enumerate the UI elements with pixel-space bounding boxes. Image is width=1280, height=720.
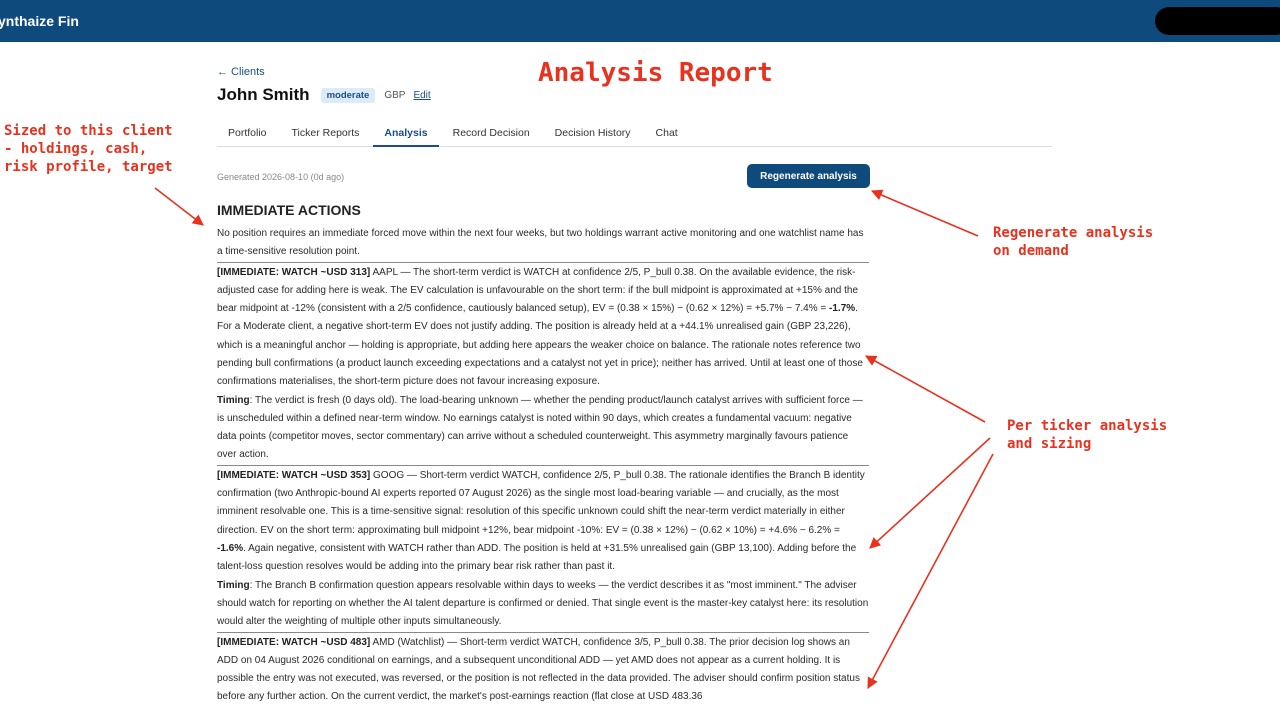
back-to-clients-link[interactable]: ← Clients <box>217 66 265 78</box>
risk-profile-badge: moderate <box>320 87 376 103</box>
edit-client-link[interactable]: Edit <box>413 90 430 101</box>
action-tag: [IMMEDIATE: WATCH ~USD 353] <box>217 470 371 482</box>
intro-paragraph: No position requires an immediate forced… <box>217 228 864 258</box>
tab-ticker-reports[interactable]: Ticker Reports <box>281 118 371 147</box>
analysis-text: . For a Moderate client, a negative shor… <box>217 303 863 387</box>
timing-label: Timing <box>217 579 250 591</box>
annotation-ticker-note: Per ticker analysis and sizing <box>1007 418 1168 452</box>
action-tag: [IMMEDIATE: WATCH ~USD 313] <box>217 267 371 279</box>
ticker-block-amd: [IMMEDIATE: WATCH ~USD 483] AMD (Watchli… <box>217 632 869 706</box>
timing-text: : The verdict is fresh (0 days old). The… <box>217 394 863 461</box>
ev-value: -1.7% <box>829 303 856 315</box>
arrow-to-content <box>154 187 204 226</box>
generated-timestamp: Generated 2026-08-10 (0d ago) <box>217 172 345 182</box>
analysis-text: . Again negative, consistent with WATCH … <box>217 542 857 572</box>
brand-logo-text[interactable]: ynthaize Fin <box>0 13 79 29</box>
timing-paragraph: Timing: The Branch B confirmation questi… <box>217 577 869 631</box>
timing-paragraph: Timing: The verdict is fresh (0 days old… <box>217 392 869 464</box>
client-header: John Smith moderate GBP Edit <box>217 85 431 105</box>
ticker-block-goog: [IMMEDIATE: WATCH ~USD 353] GOOG — Short… <box>217 465 869 631</box>
ticker-analysis-paragraph: [IMMEDIATE: WATCH ~USD 313] AAPL — The s… <box>217 264 869 391</box>
tab-decision-history[interactable]: Decision History <box>544 118 642 147</box>
arrow-to-goog-block <box>869 437 991 549</box>
regenerate-analysis-button[interactable]: Regenerate analysis <box>747 164 870 188</box>
top-nav-bar: ynthaize Fin <box>0 0 1280 42</box>
analysis-content: No position requires an immediate forced… <box>217 225 869 707</box>
user-menu-button[interactable] <box>1155 7 1280 35</box>
arrow-to-aapl-block <box>865 355 986 423</box>
tab-record-decision[interactable]: Record Decision <box>442 118 541 147</box>
arrow-to-amd-block <box>867 453 994 689</box>
client-tabs: Portfolio Ticker Reports Analysis Record… <box>217 118 1052 147</box>
action-tag: [IMMEDIATE: WATCH ~USD 483] <box>217 637 371 649</box>
tab-portfolio[interactable]: Portfolio <box>217 118 278 147</box>
annotation-regenerate-note: Regenerate analysis on demand <box>993 225 1154 259</box>
timing-text: : The Branch B confirmation question app… <box>217 579 869 627</box>
annotation-title: Analysis Report <box>538 58 773 88</box>
tab-chat[interactable]: Chat <box>645 118 689 147</box>
arrow-to-regenerate-button <box>870 189 979 237</box>
ticker-block-aapl: [IMMEDIATE: WATCH ~USD 313] AAPL — The s… <box>217 262 869 464</box>
annotation-client-note: Sized to this client - holdings, cash, r… <box>4 123 173 175</box>
section-title: IMMEDIATE ACTIONS <box>217 202 361 218</box>
ticker-analysis-paragraph: [IMMEDIATE: WATCH ~USD 483] AMD (Watchli… <box>217 634 869 706</box>
timing-label: Timing <box>217 394 250 406</box>
ticker-analysis-paragraph: [IMMEDIATE: WATCH ~USD 353] GOOG — Short… <box>217 467 869 576</box>
client-currency: GBP <box>384 89 406 101</box>
ev-value: -1.6% <box>217 542 244 554</box>
client-name: John Smith <box>217 85 310 104</box>
tab-analysis[interactable]: Analysis <box>373 118 439 147</box>
